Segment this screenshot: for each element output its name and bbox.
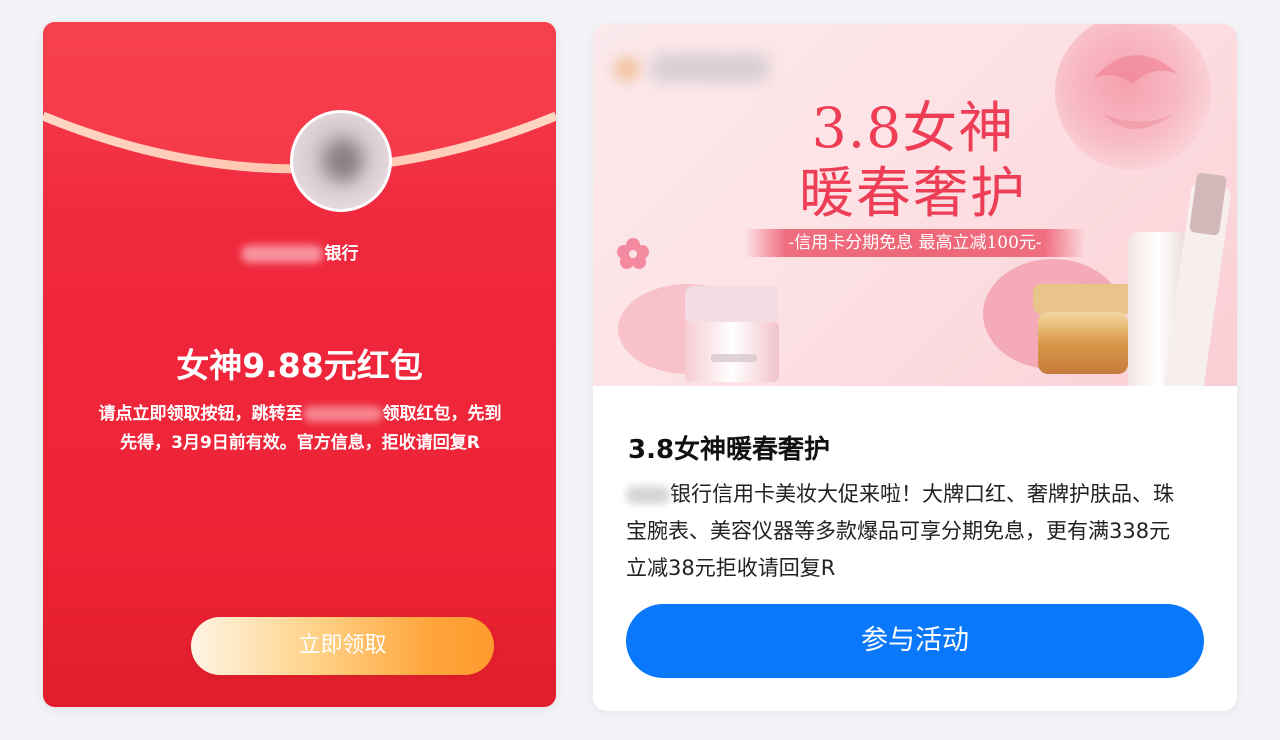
envelope-description: 请点立即领取按钮，跳转至 领取红包，先到先得，3月9日前有效。官方信息，拒收请回复…: [95, 400, 505, 458]
promo-title: 3.8女神暖春奢护: [628, 435, 831, 465]
redacted-bank-name: [626, 486, 670, 504]
red-envelope-card: 银行 女神9.88元红包 请点立即领取按钮，跳转至 领取红包，先到先得，3月9日前…: [43, 22, 556, 707]
promo-description: 银行信用卡美妆大促来啦！大牌口红、奢牌护肤品、珠宝腕表、美容仪器等多款爆品可享分…: [626, 476, 1176, 587]
envelope-title: 女神9.88元红包: [176, 346, 423, 385]
redacted-bank-name: [240, 245, 323, 263]
join-activity-button[interactable]: 参与活动: [626, 604, 1204, 678]
bank-logo: [605, 36, 775, 92]
promo-desc-text: 银行信用卡美妆大促来啦！大牌口红、奢牌护肤品、珠宝腕表、美容仪器等多款爆品可享分…: [626, 482, 1174, 580]
claim-now-button[interactable]: 立即领取: [191, 617, 494, 675]
promo-card: 3.8女神 暖春奢护 -信用卡分期免息 最高立减100元- 3.8女神暖春奢护 …: [593, 24, 1237, 711]
banner-offer-strip: -信用卡分期免息 最高立减100元-: [745, 229, 1085, 257]
bank-avatar: [290, 110, 392, 212]
promo-banner-image: 3.8女神 暖春奢护 -信用卡分期免息 最高立减100元-: [593, 24, 1237, 386]
banner-headline-1: 3.8女神: [811, 96, 1015, 160]
redacted-app-name: [302, 406, 383, 422]
bank-name-suffix: 银行: [324, 244, 359, 264]
bank-name: 银行: [43, 242, 556, 266]
banner-headline-2: 暖春奢护: [798, 161, 1027, 225]
envelope-desc-part1: 请点立即领取按钮，跳转至: [98, 404, 303, 424]
